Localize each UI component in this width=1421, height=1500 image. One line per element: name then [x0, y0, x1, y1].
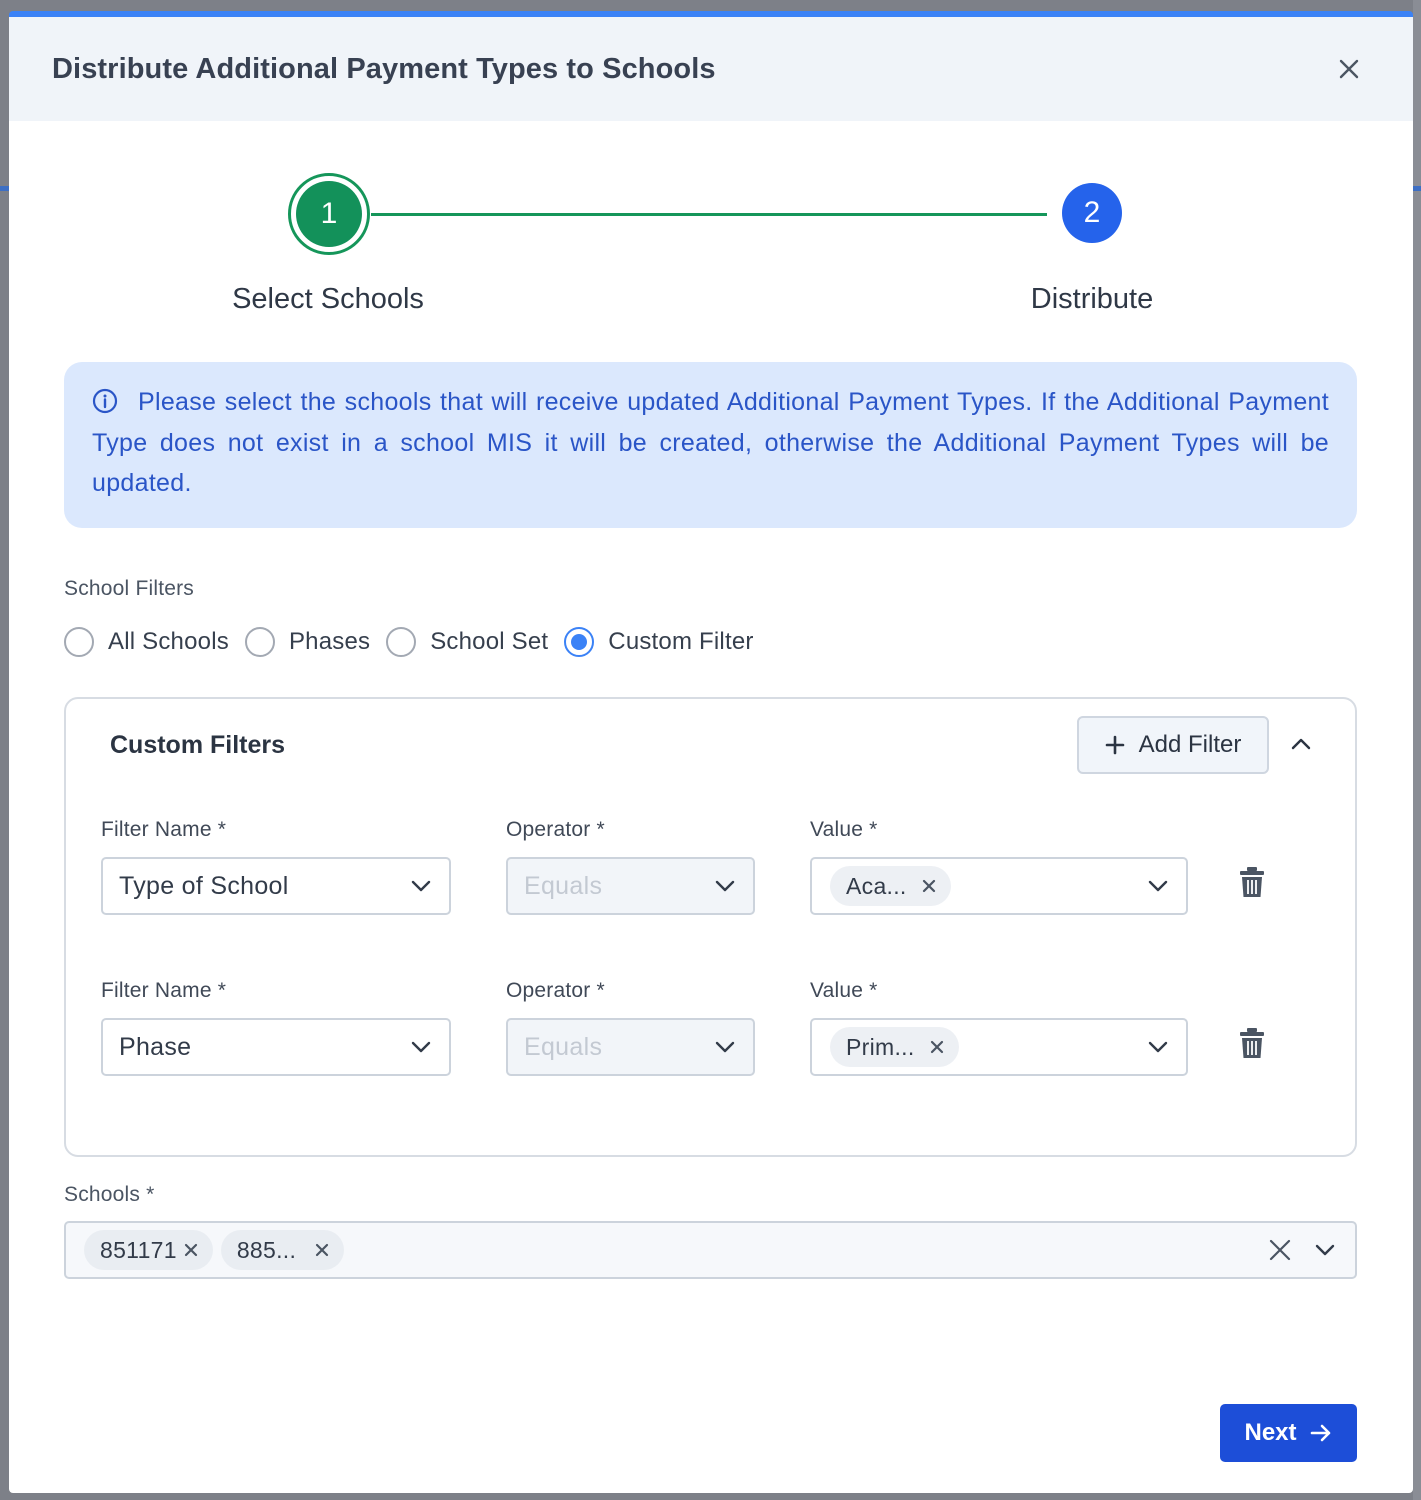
- operator-value: Equals: [524, 871, 603, 900]
- info-icon: [92, 388, 118, 414]
- value-select[interactable]: Prim...: [810, 1018, 1188, 1076]
- operator-select: Equals: [506, 857, 755, 915]
- step-1-label: Select Schools: [232, 283, 424, 315]
- backdrop: [1413, 0, 1421, 1500]
- radio-button[interactable]: [64, 627, 94, 657]
- chevron-down-icon: [715, 1041, 735, 1053]
- remove-chip-icon[interactable]: [921, 878, 937, 894]
- school-filters-label: School Filters: [64, 577, 195, 600]
- info-alert: Please select the schools that will rece…: [64, 362, 1357, 528]
- school-chip-label: 851171: [100, 1236, 177, 1263]
- operator-value: Equals: [524, 1032, 603, 1061]
- radio-button-selected[interactable]: [564, 627, 595, 657]
- value-chip-label: Aca...: [846, 872, 907, 899]
- chevron-down-icon[interactable]: [1313, 1238, 1337, 1262]
- radio-label: Phases: [288, 628, 371, 655]
- step-1-indicator: 1: [288, 173, 370, 255]
- radio-school-set[interactable]: School Set: [386, 627, 548, 657]
- collapse-button[interactable]: [1284, 727, 1318, 761]
- distribute-modal: Distribute Additional Payment Types to S…: [9, 11, 1413, 1493]
- operator-label: Operator *: [506, 979, 605, 1002]
- trash-icon[interactable]: [1239, 1027, 1265, 1059]
- value-label: Value *: [810, 979, 878, 1002]
- remove-chip-icon[interactable]: [314, 1242, 330, 1258]
- stepper: 1 2 Select Schools Distribute: [9, 127, 1413, 327]
- filter-name-value: Type of School: [119, 871, 289, 900]
- school-chip-label: 885...: [236, 1236, 297, 1263]
- remove-chip-icon[interactable]: [183, 1242, 199, 1258]
- add-filter-button[interactable]: Add Filter: [1077, 716, 1269, 774]
- clear-all-icon[interactable]: [1267, 1237, 1293, 1263]
- chevron-down-icon: [715, 880, 735, 892]
- school-chip: 885...: [220, 1230, 345, 1270]
- radio-label: Custom Filter: [608, 628, 754, 655]
- backdrop-accent: [0, 186, 9, 191]
- filter-name-label: Filter Name *: [101, 818, 227, 841]
- plus-icon: [1105, 735, 1124, 755]
- radio-phases[interactable]: Phases: [244, 627, 371, 657]
- chevron-down-icon: [411, 880, 431, 892]
- radio-button[interactable]: [386, 627, 417, 657]
- filter-name-value: Phase: [119, 1032, 192, 1061]
- radio-button[interactable]: [244, 627, 275, 657]
- radio-label: All Schools: [108, 628, 229, 655]
- step-1-number: 1: [296, 181, 362, 247]
- chevron-down-icon: [411, 1041, 431, 1053]
- step-2-number: 2: [1062, 183, 1122, 243]
- operator-label: Operator *: [506, 818, 605, 841]
- trash-icon[interactable]: [1239, 866, 1265, 898]
- close-icon: [1339, 59, 1359, 79]
- radio-custom-filter[interactable]: Custom Filter: [564, 627, 753, 657]
- chevron-down-icon: [1148, 1041, 1168, 1053]
- operator-select: Equals: [506, 1018, 755, 1076]
- value-label: Value *: [810, 818, 878, 841]
- value-chip: Aca...: [830, 866, 951, 906]
- filter-name-label: Filter Name *: [101, 979, 227, 1002]
- backdrop-accent: [1413, 186, 1421, 191]
- filter-name-select[interactable]: Phase: [101, 1018, 451, 1076]
- step-2-label: Distribute: [1030, 283, 1154, 315]
- schools-label: Schools *: [64, 1183, 155, 1206]
- next-button-label: Next: [1244, 1419, 1297, 1446]
- value-chip-label: Prim...: [846, 1033, 915, 1060]
- chevron-down-icon: [1148, 880, 1168, 892]
- next-button[interactable]: Next: [1220, 1404, 1357, 1462]
- remove-chip-icon[interactable]: [929, 1039, 945, 1055]
- arrow-right-icon: [1310, 1424, 1330, 1442]
- info-message: Please select the schools that will rece…: [92, 388, 1329, 497]
- modal-header: Distribute Additional Payment Types to S…: [9, 17, 1413, 121]
- radio-label: School Set: [430, 628, 549, 655]
- radio-all-schools[interactable]: All Schools: [64, 627, 229, 657]
- close-button[interactable]: [1329, 49, 1369, 89]
- modal-title: Distribute Additional Payment Types to S…: [52, 52, 716, 85]
- school-filter-radio-group: All Schools Phases School Set Custom Fil…: [64, 624, 770, 660]
- step-connector: [371, 213, 1047, 216]
- value-select[interactable]: Aca...: [810, 857, 1188, 915]
- filter-name-select[interactable]: Type of School: [101, 857, 451, 915]
- custom-filters-panel: Custom Filters Add Filter Filter Name * …: [64, 697, 1357, 1157]
- value-chip: Prim...: [830, 1027, 959, 1067]
- schools-multiselect[interactable]: 851171 885...: [64, 1221, 1357, 1279]
- school-chip: 851171: [84, 1230, 213, 1270]
- custom-filters-title: Custom Filters: [110, 731, 286, 759]
- chevron-up-icon: [1291, 738, 1311, 750]
- add-filter-label: Add Filter: [1138, 731, 1242, 758]
